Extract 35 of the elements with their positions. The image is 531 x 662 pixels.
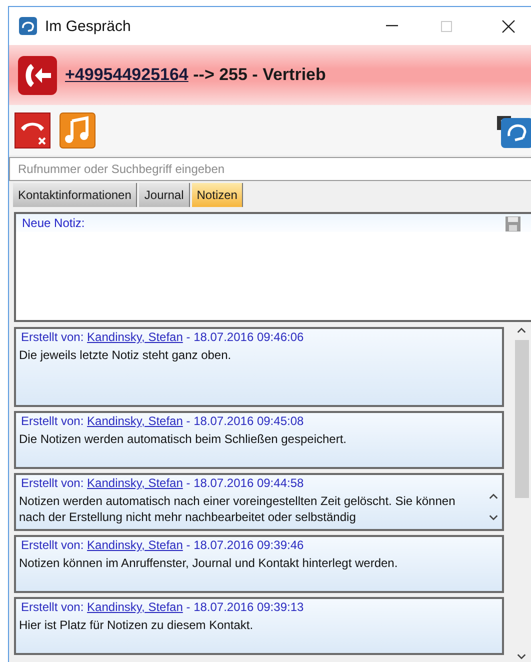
new-note-field[interactable]: Neue Notiz: — [14, 212, 531, 322]
note-text: Hier ist Platz für Notizen zu diesem Kontakt. — [18, 617, 254, 634]
author-link[interactable]: Kandinsky, Stefan — [87, 538, 183, 552]
scrollbar[interactable] — [512, 325, 531, 662]
note-header: Erstellt von: Kandinsky, Stefan - 18.07.2016 09:46:06 — [20, 329, 305, 345]
window-title: Im Gespräch — [45, 18, 132, 34]
close-icon — [502, 20, 514, 32]
tab[interactable]: Notizen — [192, 183, 244, 207]
hang-up-button[interactable] — [14, 112, 51, 148]
note-text: Die Notizen werden automatisch beim Schließen gespeichert. — [18, 431, 348, 448]
save-icon[interactable] — [505, 216, 521, 232]
tab[interactable]: Kontaktinformationen — [13, 183, 138, 207]
note-text: Notizen können im Anruffenster, Journal und Kontakt hinterlegt werden. — [18, 555, 399, 572]
scroll-down-icon[interactable] — [488, 512, 498, 523]
note-text: Notizen werden automatisch nach einer voreingestellten Zeit gelöscht. Sie können nach der Erstellung nicht mehr nachbearbeitet oder selbständig — [18, 493, 456, 526]
phone-number-link[interactable]: +499544925164 — [65, 65, 188, 84]
note-text: Die jeweils letzte Notiz steht ganz oben. — [18, 347, 232, 364]
music-button[interactable] — [59, 112, 96, 148]
caller-info: +499544925164 --> 255 - Vertrieb — [65, 65, 326, 85]
search-field[interactable]: Rufnummer oder Suchbegriff eingeben — [9, 157, 531, 181]
note-header: Erstellt von: Kandinsky, Stefan - 18.07.2016 09:44:58 — [20, 475, 305, 491]
author-link[interactable]: Kandinsky, Stefan — [87, 330, 183, 344]
author-link[interactable]: Kandinsky, Stefan — [87, 414, 183, 428]
note-header: Erstellt von: Kandinsky, Stefan - 18.07.2016 09:45:08 — [20, 413, 305, 429]
note-header: Erstellt von: Kandinsky, Stefan - 18.07.2016 09:39:13 — [20, 599, 305, 615]
new-note-label: Neue Notiz: — [16, 214, 531, 232]
incoming-call-icon — [18, 56, 57, 94]
scroll-down-icon[interactable] — [516, 651, 527, 662]
maximize-icon — [440, 20, 452, 32]
author-link[interactable]: Kandinsky, Stefan — [87, 600, 183, 614]
note-header: Erstellt von: Kandinsky, Stefan - 18.07.2016 09:39:46 — [20, 537, 305, 553]
author-link[interactable]: Kandinsky, Stefan — [87, 476, 183, 490]
minimize-icon — [386, 25, 398, 27]
scrollbar-thumb[interactable] — [514, 340, 528, 498]
tab[interactable]: Journal — [139, 183, 190, 207]
